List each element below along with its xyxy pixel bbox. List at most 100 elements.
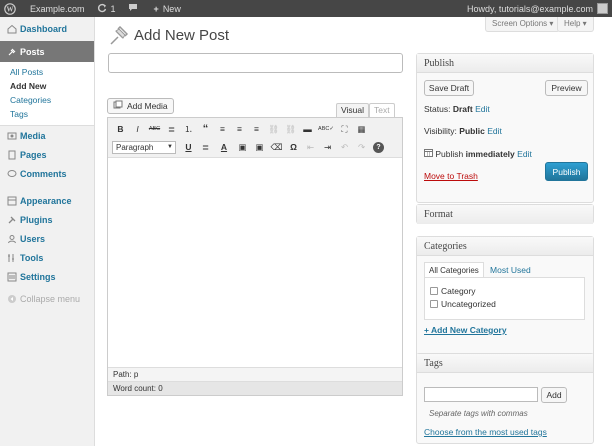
media-icon (113, 100, 123, 112)
insert-link-button[interactable]: ⛓ (265, 122, 282, 136)
category-label: Category (441, 286, 476, 296)
text-color-button[interactable]: A (214, 140, 234, 154)
comments-link[interactable] (122, 0, 148, 17)
align-left-button[interactable]: ≡ (214, 122, 231, 136)
comment-bubble-icon (128, 3, 142, 14)
status-row: Status: Draft Edit (424, 104, 490, 114)
bullet-list-button[interactable]: ≣ (163, 122, 180, 136)
sidebar-item-comments[interactable]: Comments (0, 164, 94, 183)
insert-more-button[interactable]: ▬ (299, 122, 316, 136)
sidebar-item-label: Pages (20, 149, 47, 160)
sidebar-item-appearance[interactable]: Appearance (0, 191, 94, 210)
screen-options-button[interactable]: Screen Options ▾ (485, 17, 561, 32)
help-icon[interactable]: ? (373, 141, 384, 153)
indent-button[interactable]: ⇥ (319, 140, 336, 154)
italic-button[interactable]: I (129, 122, 146, 136)
help-button[interactable]: Help ▾ (557, 17, 594, 32)
tab-visual[interactable]: Visual (336, 103, 369, 117)
submenu-item-categories[interactable]: Categories (10, 93, 94, 107)
underline-button[interactable]: U (180, 140, 197, 154)
submenu-item-tags[interactable]: Tags (10, 107, 94, 121)
clear-formatting-button[interactable]: ⌫ (268, 140, 285, 154)
tab-most-used[interactable]: Most Used (486, 262, 535, 278)
undo-button[interactable]: ↶ (336, 140, 353, 154)
visibility-label: Visibility: (424, 126, 457, 136)
status-label: Status: (424, 104, 451, 114)
paste-text-button[interactable]: ▣ (234, 140, 251, 154)
sidebar-item-posts[interactable]: Posts (0, 41, 94, 62)
add-media-button[interactable]: Add Media (107, 98, 174, 114)
strikethrough-button[interactable]: ABC (146, 122, 163, 136)
tags-hint: Separate tags with commas (429, 409, 528, 418)
category-label: Uncategorized (441, 299, 496, 309)
new-content-link[interactable]: + New (148, 0, 187, 17)
admin-sidebar: Dashboard Posts All Posts Add New Catego… (0, 17, 95, 446)
tab-all-categories[interactable]: All Categories (424, 262, 484, 278)
sidebar-item-users[interactable]: Users (0, 229, 94, 248)
save-draft-button[interactable]: Save Draft (424, 80, 474, 96)
tab-text[interactable]: Text (369, 103, 395, 117)
sidebar-item-media[interactable]: Media (0, 126, 94, 145)
outdent-button[interactable]: ⇤ (302, 140, 319, 154)
move-to-trash-link[interactable]: Move to Trash (424, 171, 478, 181)
sidebar-item-plugins[interactable]: Plugins (0, 210, 94, 229)
post-editor: B I ABC ≣ ⒈ “ ≡ ≡ ≡ ⛓ ⛓ ▬ ABC✓ ⛶ ▦ Parag… (107, 117, 403, 396)
site-name-link[interactable]: Example.com (24, 0, 91, 17)
move-to-trash-label: Move to Trash (424, 171, 478, 181)
toolbar-row-2: Paragraph ▼ U ≣ A ▣ ▣ ⌫ Ω ⇤ ⇥ ↶ ↷ ? (108, 138, 384, 156)
special-character-button[interactable]: Ω (285, 140, 302, 154)
submenu-item-all-posts[interactable]: All Posts (10, 65, 94, 79)
wordpress-logo-icon[interactable]: W (0, 0, 24, 17)
align-center-button[interactable]: ≡ (231, 122, 248, 136)
blockquote-button[interactable]: “ (197, 122, 214, 136)
sidebar-item-label: Comments (20, 168, 67, 179)
bold-button[interactable]: B (112, 122, 129, 136)
publish-box: Publish Save Draft Preview Status: Draft… (416, 53, 594, 203)
add-tag-button[interactable]: Add (541, 387, 567, 403)
howdy-text: Howdy, tutorials@example.com (466, 3, 593, 14)
edit-visibility-link[interactable]: Edit (487, 126, 502, 136)
category-item[interactable]: Uncategorized (430, 299, 496, 309)
edit-status-link[interactable]: Edit (475, 104, 490, 114)
updates-count: 1 (110, 3, 116, 14)
sidebar-item-label: Media (20, 130, 46, 141)
schedule-value: immediately (465, 149, 515, 159)
paste-word-button[interactable]: ▣ (251, 140, 268, 154)
format-box-title[interactable]: Format (417, 205, 593, 224)
align-right-button[interactable]: ≡ (248, 122, 265, 136)
updates-link[interactable]: 1 (91, 0, 122, 17)
tag-input[interactable] (424, 387, 538, 402)
account-menu[interactable]: Howdy, tutorials@example.com (461, 0, 612, 17)
publish-button[interactable]: Publish (545, 162, 588, 181)
post-title-input[interactable] (108, 53, 403, 73)
choose-most-used-tags-link[interactable]: Choose from the most used tags (424, 427, 547, 437)
category-checklist: Category Uncategorized (424, 277, 585, 320)
submenu-item-add-new[interactable]: Add New (10, 79, 94, 93)
toolbar-toggle-button[interactable]: ▦ (353, 122, 370, 136)
sidebar-item-dashboard[interactable]: Dashboard (0, 19, 94, 38)
sidebar-item-settings[interactable]: Settings (0, 267, 94, 286)
format-select[interactable]: Paragraph ▼ (112, 140, 176, 154)
tags-box: Tags Add Separate tags with commas Choos… (416, 353, 594, 444)
sidebar-item-pages[interactable]: Pages (0, 145, 94, 164)
editor-path: Path: p (108, 367, 402, 381)
unlink-button[interactable]: ⛓ (282, 122, 299, 136)
redo-button[interactable]: ↷ (353, 140, 370, 154)
numbered-list-button[interactable]: ⒈ (180, 122, 197, 136)
justify-button[interactable]: ≣ (197, 140, 214, 154)
spellcheck-button[interactable]: ABC✓ (316, 122, 336, 136)
posts-submenu: All Posts Add New Categories Tags (0, 62, 94, 126)
updates-icon (97, 3, 111, 15)
category-item[interactable]: Category (430, 286, 476, 296)
edit-schedule-link[interactable]: Edit (517, 149, 532, 159)
checkbox[interactable] (430, 287, 438, 295)
collapse-menu-button[interactable]: Collapse menu (0, 289, 94, 308)
site-name: Example.com (30, 3, 85, 14)
checkbox[interactable] (430, 300, 438, 308)
sidebar-item-tools[interactable]: Tools (0, 248, 94, 267)
add-new-category-link[interactable]: + Add New Category (424, 325, 507, 335)
fullscreen-button[interactable]: ⛶ (336, 122, 353, 136)
preview-button[interactable]: Preview (545, 80, 588, 96)
editor-content-area[interactable] (108, 158, 402, 369)
format-select-value: Paragraph (116, 142, 154, 152)
